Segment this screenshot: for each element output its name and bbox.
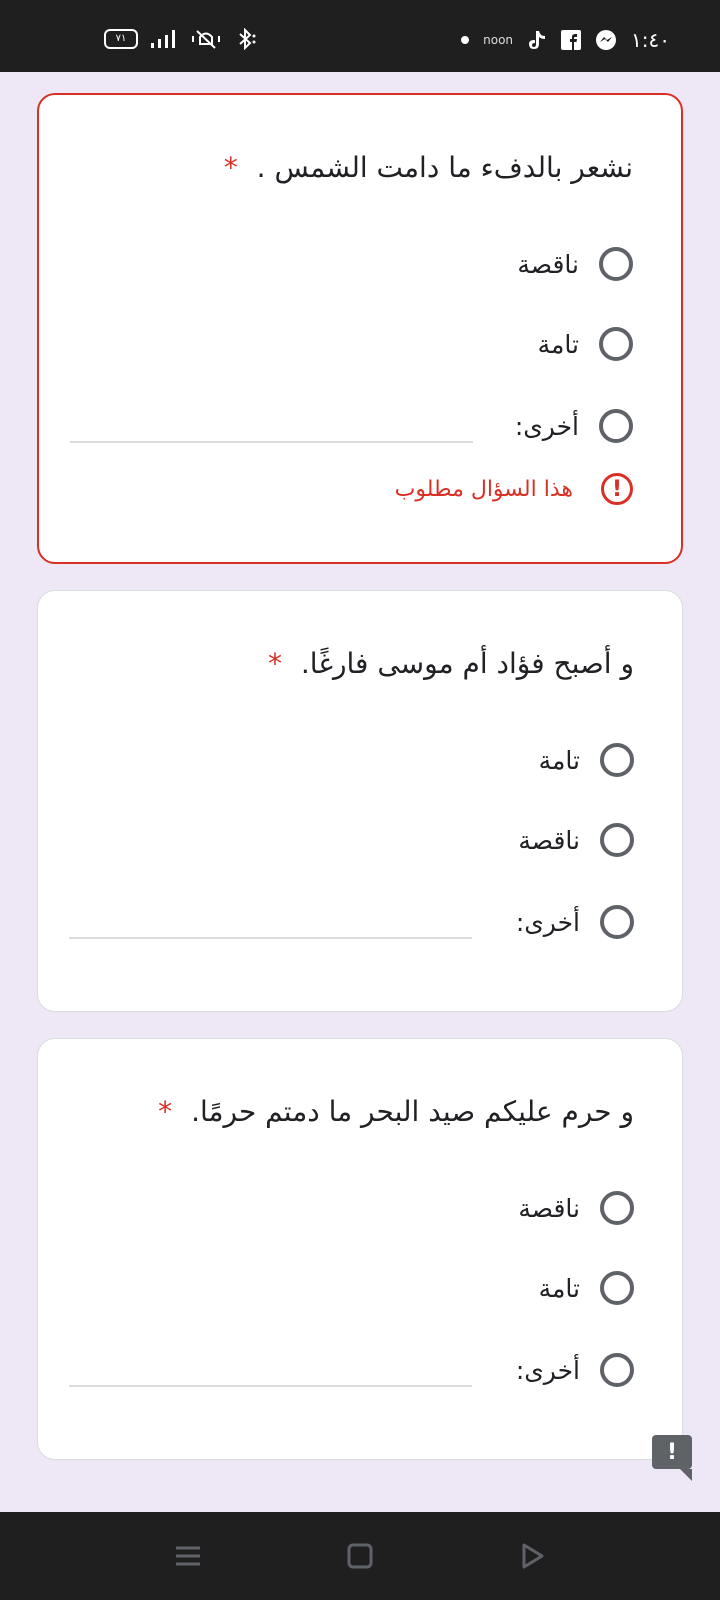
battery-icon: ٧١: [104, 29, 138, 49]
option-label: تامة: [537, 329, 579, 359]
home-square-icon[interactable]: [342, 1538, 378, 1574]
back-triangle-icon[interactable]: [514, 1538, 550, 1574]
status-right-icons: noon ١:٤٠: [461, 28, 670, 52]
option-label: تامة: [538, 1273, 580, 1303]
required-star: *: [158, 1095, 173, 1128]
exclamation-icon: !: [666, 1439, 678, 1465]
option-row-other[interactable]: أخرى:: [516, 1349, 634, 1391]
radio-button[interactable]: [599, 327, 633, 361]
question-text: و حرم عليكم صيد البحر ما دمتم حرمًا.: [191, 1095, 634, 1128]
error-message: ! هذا السؤال مطلوب: [395, 473, 633, 505]
option-row[interactable]: تامة: [538, 323, 633, 365]
radio-button[interactable]: [600, 1271, 634, 1305]
radio-button[interactable]: [600, 823, 634, 857]
other-text-input[interactable]: [70, 409, 473, 443]
navigation-bar: [0, 1512, 720, 1600]
question-title: و أصبح فؤاد أم موسى فارغًا. *: [268, 647, 634, 680]
error-exclamation-icon: !: [601, 473, 633, 505]
radio-button[interactable]: [600, 743, 634, 777]
question-text: نشعر بالدفء ما دامت الشمس .: [256, 151, 633, 184]
option-row[interactable]: تامة: [539, 1267, 634, 1309]
radio-button[interactable]: [600, 1191, 634, 1225]
radio-button[interactable]: [600, 1353, 634, 1387]
question-text: و أصبح فؤاد أم موسى فارغًا.: [300, 647, 634, 680]
question-title: و حرم عليكم صيد البحر ما دمتم حرمًا. *: [158, 1095, 634, 1128]
option-row[interactable]: ناقصة: [518, 1187, 634, 1229]
other-label: أخرى:: [514, 411, 579, 441]
option-row[interactable]: ناقصة: [518, 819, 634, 861]
noon-app-icon: noon: [483, 33, 514, 47]
question-card-2: و أصبح فؤاد أم موسى فارغًا. * تامة ناقصة…: [37, 590, 683, 1012]
option-label: ناقصة: [518, 825, 580, 855]
option-row-other[interactable]: أخرى:: [515, 405, 633, 447]
option-row-other[interactable]: أخرى:: [516, 901, 634, 943]
status-bar: ٧١ noon ١:٤٠: [0, 0, 720, 72]
tiktok-icon: [527, 29, 547, 51]
status-left-icons: ٧١: [104, 28, 258, 50]
option-label: تامة: [538, 745, 580, 775]
required-star: *: [268, 647, 282, 680]
question-card-3: و حرم عليكم صيد البحر ما دمتم حرمًا. * ن…: [37, 1038, 683, 1460]
facebook-icon: [561, 30, 582, 50]
required-star: *: [223, 151, 238, 184]
status-time: ١:٤٠: [631, 28, 670, 52]
option-row[interactable]: تامة: [539, 739, 634, 781]
option-label: ناقصة: [518, 1193, 580, 1223]
question-title: نشعر بالدفء ما دامت الشمس . *: [224, 151, 633, 184]
other-label: أخرى:: [515, 1355, 580, 1385]
messenger-icon: [595, 29, 617, 51]
radio-button[interactable]: [599, 409, 633, 443]
signal-icon: [150, 29, 178, 49]
other-text-input[interactable]: [69, 905, 472, 939]
feedback-button[interactable]: !: [652, 1435, 692, 1481]
mute-vibrate-icon: [190, 28, 222, 50]
menu-icon[interactable]: [170, 1538, 206, 1574]
other-label: أخرى:: [515, 907, 580, 937]
error-text: هذا السؤال مطلوب: [394, 476, 573, 502]
question-card-1: نشعر بالدفء ما دامت الشمس . * ناقصة تامة…: [37, 93, 683, 564]
radio-button[interactable]: [600, 905, 634, 939]
radio-button[interactable]: [599, 247, 633, 281]
option-label: ناقصة: [517, 249, 579, 279]
notification-dot-icon: [461, 36, 470, 44]
option-row[interactable]: ناقصة: [517, 243, 633, 285]
other-text-input[interactable]: [69, 1353, 472, 1387]
bluetooth-icon: [234, 28, 258, 50]
